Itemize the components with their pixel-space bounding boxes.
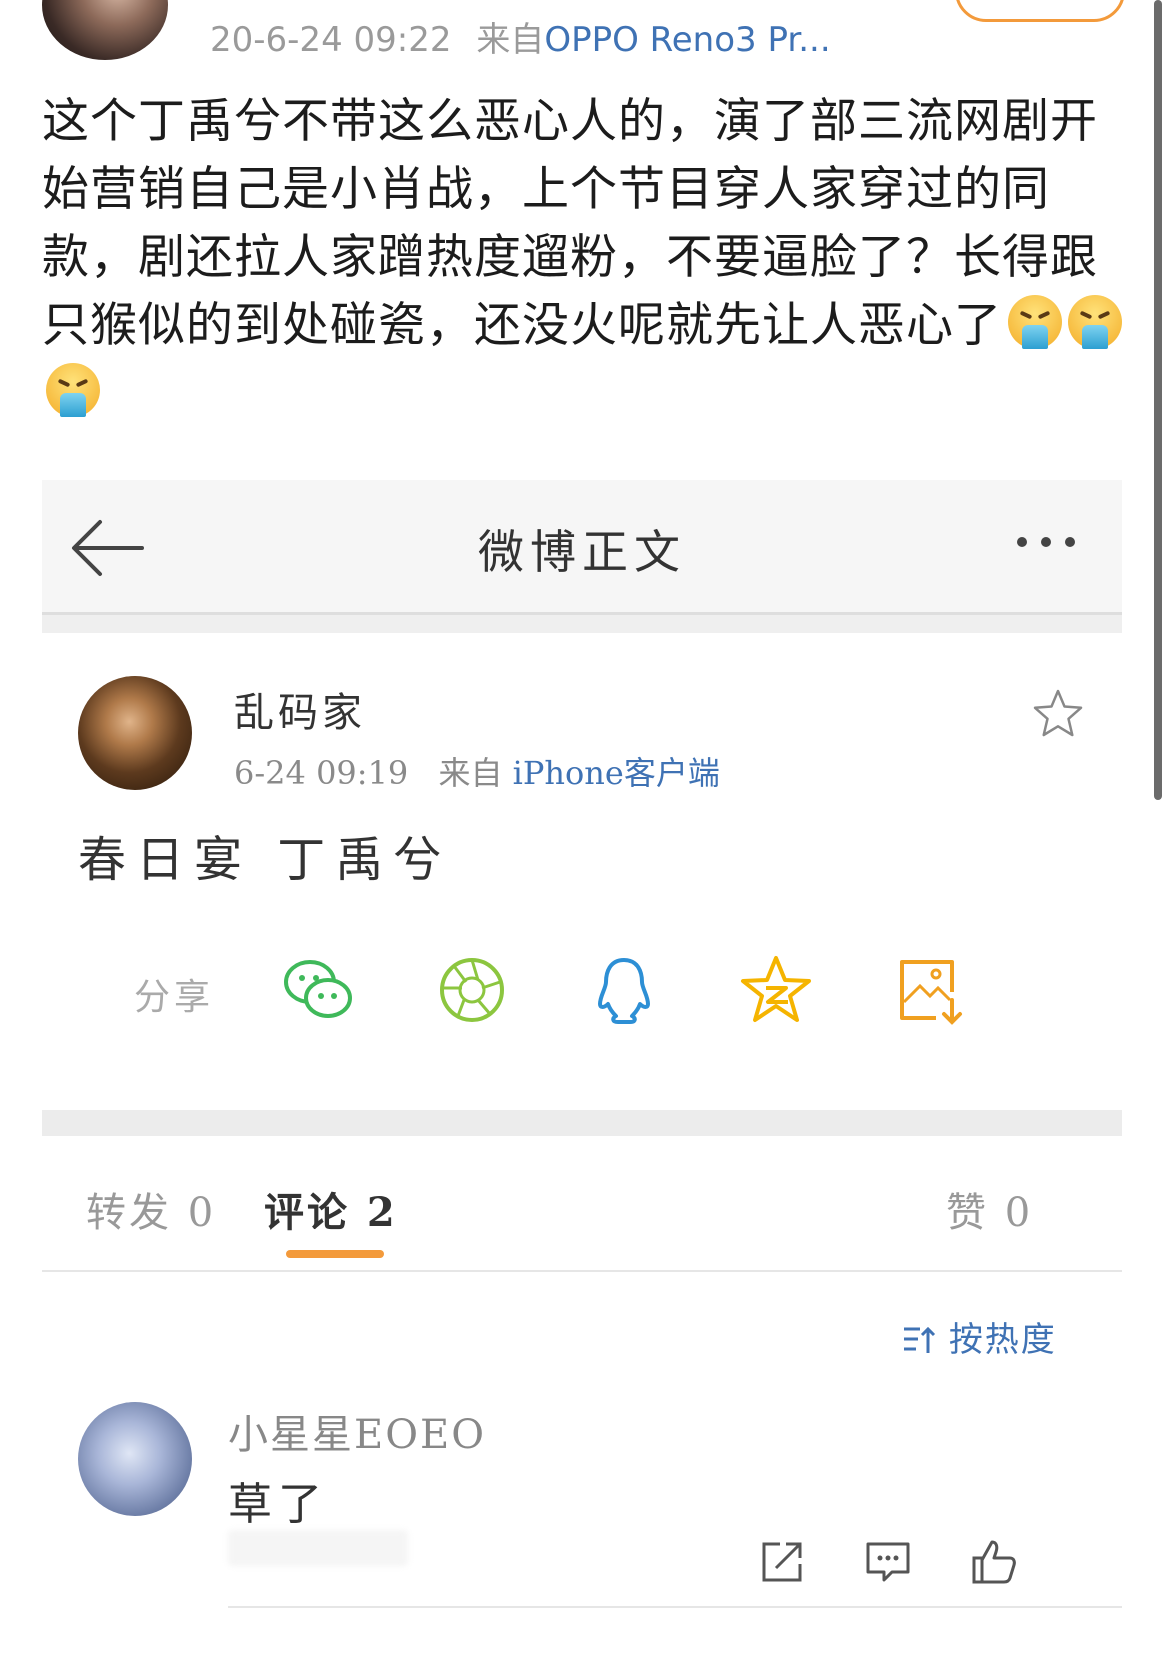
author-avatar[interactable] (78, 676, 192, 790)
author-client[interactable]: iPhone客户端 (513, 754, 720, 792)
wechat-icon[interactable] (280, 952, 356, 1028)
more-icon[interactable] (1017, 532, 1097, 560)
vomit-emoji-icon (1068, 295, 1122, 349)
tab-divider (42, 1270, 1122, 1272)
active-tab-indicator (286, 1250, 384, 1258)
page-title: 微博正文 (478, 525, 686, 579)
comment-username[interactable]: 小星星EOEO (228, 1402, 486, 1460)
repost-icon[interactable] (758, 1538, 806, 1586)
comment-divider (228, 1606, 1122, 1608)
favorite-star-icon[interactable] (1032, 688, 1084, 740)
nav-gap (42, 615, 1122, 633)
follow-button[interactable] (955, 0, 1125, 22)
post-text: 这个丁禹兮不带这么恶心人的，演了部三流网剧开始营销自己是小肖战，上个节目穿人家穿… (42, 94, 1098, 353)
nav-bar: 微博正文 (42, 480, 1122, 615)
comment-text: 草了 (228, 1479, 328, 1530)
tab-repost[interactable]: 转发 0 (86, 1180, 216, 1238)
tab-comments[interactable]: 评论 2 (264, 1180, 398, 1238)
tab-likes[interactable]: 赞 0 (946, 1180, 1033, 1238)
scrollbar[interactable] (1154, 0, 1162, 800)
sort-label: 按热度 (948, 1320, 1057, 1360)
author-name[interactable]: 乱码家 (234, 680, 366, 738)
source-link[interactable]: OPPO Reno3 Pr... (544, 20, 830, 60)
author-source-prefix: 来自 (438, 754, 503, 792)
post-body: 这个丁禹兮不带这么恶心人的，演了部三流网剧开始营销自己是小肖战，上个节目穿人家穿… (42, 88, 1122, 428)
avatar[interactable] (42, 0, 168, 60)
section-divider (42, 1110, 1122, 1136)
embedded-screenshot: 微博正文 乱码家 6-24 09:19 来自 iPhone客户端 春日宴 丁禹兮… (42, 480, 1122, 1669)
comment-icon[interactable] (864, 1538, 912, 1586)
author-time: 6-24 09:19 (234, 754, 409, 792)
comment-avatar[interactable] (78, 1402, 192, 1516)
qq-icon[interactable] (586, 952, 662, 1028)
share-label: 分享 (134, 977, 215, 1018)
sort-icon (904, 1326, 936, 1353)
sort-button[interactable]: 按热度 (902, 1312, 1057, 1361)
vomit-emoji-icon (1008, 295, 1062, 349)
author-meta: 6-24 09:19 来自 iPhone客户端 (234, 748, 720, 794)
qzone-icon[interactable] (738, 952, 814, 1028)
like-thumb-icon[interactable] (970, 1538, 1018, 1586)
post-meta: 20-6-24 09:22 来自OPPO Reno3 Pr... (210, 12, 831, 61)
source-prefix: 来自 (476, 20, 545, 60)
save-image-icon[interactable] (892, 952, 968, 1028)
moments-icon[interactable] (434, 952, 510, 1028)
comment-time-blurred (228, 1530, 408, 1566)
vomit-emoji-icon (46, 363, 100, 417)
inner-post-text: 春日宴 丁禹兮 (78, 832, 452, 888)
post-timestamp: 20-6-24 09:22 (210, 20, 452, 60)
